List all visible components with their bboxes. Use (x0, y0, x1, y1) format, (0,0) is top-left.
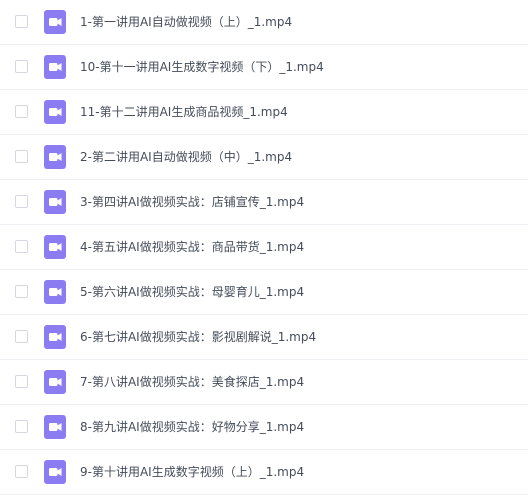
file-row[interactable]: 4-第五讲AI做视频实战：商品带货_1.mp4 (0, 225, 528, 270)
file-row[interactable]: 10-第十一讲用AI生成数字视频（下）_1.mp4 (0, 45, 528, 90)
video-file-icon (44, 10, 66, 34)
video-file-icon (44, 190, 66, 214)
file-row[interactable]: 8-第九讲AI做视频实战：好物分享_1.mp4 (0, 405, 528, 450)
row-checkbox[interactable] (15, 330, 28, 343)
row-checkbox[interactable] (15, 420, 28, 433)
row-checkbox[interactable] (15, 465, 28, 478)
file-name[interactable]: 6-第七讲AI做视频实战：影视剧解说_1.mp4 (80, 315, 316, 360)
file-name[interactable]: 9-第十讲用AI生成数字视频（上）_1.mp4 (80, 450, 304, 495)
row-checkbox[interactable] (15, 60, 28, 73)
video-file-icon (44, 55, 66, 79)
file-row[interactable]: 5-第六讲AI做视频实战：母婴育儿_1.mp4 (0, 270, 528, 315)
row-checkbox[interactable] (15, 195, 28, 208)
video-file-icon (44, 325, 66, 349)
file-name[interactable]: 5-第六讲AI做视频实战：母婴育儿_1.mp4 (80, 270, 304, 315)
video-file-icon (44, 460, 66, 484)
video-file-icon (44, 100, 66, 124)
file-row[interactable]: 9-第十讲用AI生成数字视频（上）_1.mp4 (0, 450, 528, 495)
file-name[interactable]: 7-第八讲AI做视频实战：美食探店_1.mp4 (80, 360, 304, 405)
file-name[interactable]: 10-第十一讲用AI生成数字视频（下）_1.mp4 (80, 45, 324, 90)
file-name[interactable]: 1-第一讲用AI自动做视频（上）_1.mp4 (80, 0, 292, 45)
file-row[interactable]: 2-第二讲用AI自动做视频（中）_1.mp4 (0, 135, 528, 180)
file-row[interactable]: 6-第七讲AI做视频实战：影视剧解说_1.mp4 (0, 315, 528, 360)
row-checkbox[interactable] (15, 105, 28, 118)
row-checkbox[interactable] (15, 285, 28, 298)
file-row[interactable]: 1-第一讲用AI自动做视频（上）_1.mp4 (0, 0, 528, 45)
video-file-icon (44, 235, 66, 259)
file-name[interactable]: 3-第四讲AI做视频实战：店铺宣传_1.mp4 (80, 180, 304, 225)
row-checkbox[interactable] (15, 375, 28, 388)
file-row[interactable]: 11-第十二讲用AI生成商品视频_1.mp4 (0, 90, 528, 135)
video-file-icon (44, 415, 66, 439)
file-name[interactable]: 8-第九讲AI做视频实战：好物分享_1.mp4 (80, 405, 304, 450)
video-file-icon (44, 370, 66, 394)
file-name[interactable]: 11-第十二讲用AI生成商品视频_1.mp4 (80, 90, 288, 135)
file-name[interactable]: 4-第五讲AI做视频实战：商品带货_1.mp4 (80, 225, 304, 270)
row-checkbox[interactable] (15, 150, 28, 163)
video-file-icon (44, 145, 66, 169)
file-list: 1-第一讲用AI自动做视频（上）_1.mp4 10-第十一讲用AI生成数字视频（… (0, 0, 528, 495)
file-row[interactable]: 3-第四讲AI做视频实战：店铺宣传_1.mp4 (0, 180, 528, 225)
file-name[interactable]: 2-第二讲用AI自动做视频（中）_1.mp4 (80, 135, 292, 180)
row-checkbox[interactable] (15, 15, 28, 28)
file-row[interactable]: 7-第八讲AI做视频实战：美食探店_1.mp4 (0, 360, 528, 405)
row-checkbox[interactable] (15, 240, 28, 253)
video-file-icon (44, 280, 66, 304)
